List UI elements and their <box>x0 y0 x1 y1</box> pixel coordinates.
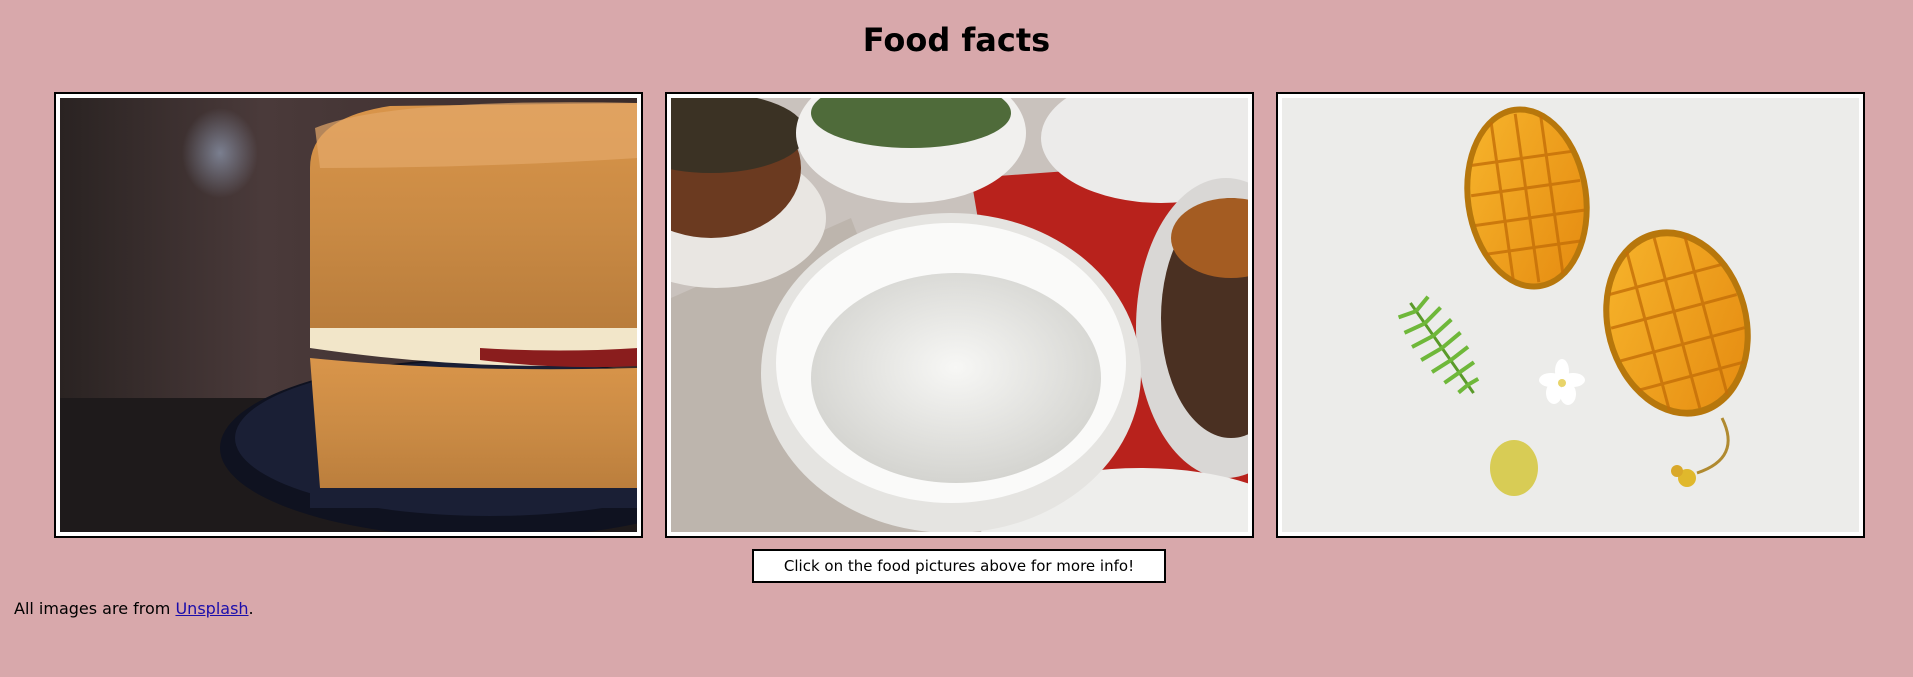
mango-picture-card[interactable] <box>1276 92 1865 538</box>
food-gallery <box>54 92 1865 538</box>
credit-suffix: . <box>248 599 254 618</box>
cake-image <box>60 98 637 532</box>
cake-photo[interactable] <box>60 98 637 532</box>
rice-picture-card[interactable] <box>665 92 1254 538</box>
mango-photo[interactable] <box>1282 98 1859 532</box>
unsplash-link[interactable]: Unsplash <box>175 599 248 618</box>
more-info-hint: Click on the food pictures above for mor… <box>752 549 1166 583</box>
image-credit: All images are from Unsplash. <box>14 598 254 620</box>
rice-photo[interactable] <box>671 98 1248 532</box>
credit-prefix: All images are from <box>14 599 176 618</box>
cake-picture-card[interactable] <box>54 92 643 538</box>
mango-image <box>1282 98 1859 532</box>
page-title: Food facts <box>862 21 1051 59</box>
rice-image <box>671 98 1248 532</box>
